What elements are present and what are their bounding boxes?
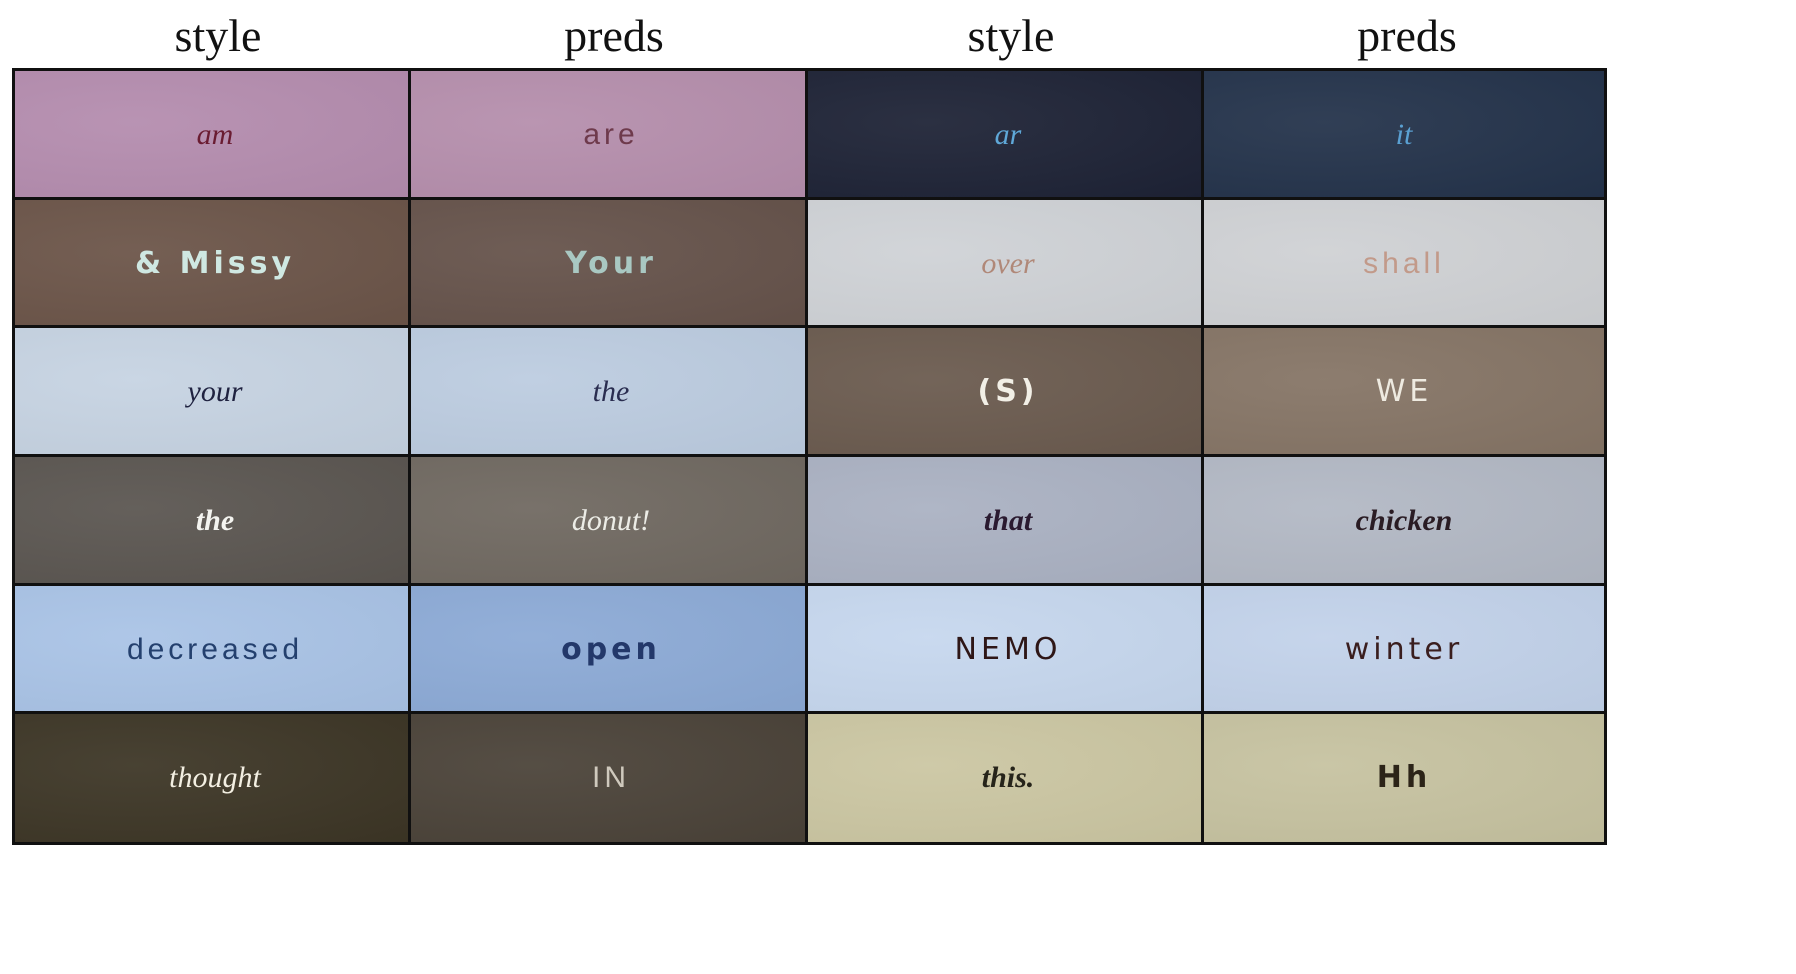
style-sample-r3-c3: (S) (805, 325, 1211, 459)
pred-sample-r2-c2: Your (408, 197, 814, 331)
pred-sample-r4-c2: donut! (408, 454, 814, 588)
pred-sample-r4-c4: chicken (1201, 454, 1607, 588)
handwritten-word: am (196, 118, 234, 151)
handwritten-word: chicken (1355, 504, 1453, 537)
handwritten-word: decreased (126, 633, 304, 666)
style-sample-r5-c1: decreased (12, 583, 418, 717)
handwritten-word: Hh (1376, 760, 1432, 795)
handwritten-word: (S) (977, 374, 1039, 409)
column-header-preds-left: preds (564, 10, 664, 61)
handwritten-word: WE (1375, 374, 1433, 409)
pred-sample-r2-c4: shall (1201, 197, 1607, 331)
handwritten-word: donut! (571, 504, 651, 537)
style-sample-r5-c3: NEMO (805, 583, 1211, 717)
column-header-preds-right: preds (1357, 10, 1457, 61)
style-sample-r4-c1: the (12, 454, 418, 588)
style-sample-r1-c1: am (12, 68, 418, 202)
pred-sample-r1-c4: it (1201, 68, 1607, 202)
style-sample-r6-c1: thought (12, 711, 418, 845)
handwritten-word: thought (169, 761, 261, 794)
handwritten-word: the (195, 504, 235, 537)
style-sample-r2-c1: & Missy (12, 197, 418, 331)
column-header-style-right: style (967, 10, 1055, 61)
handwritten-word: & Missy (134, 246, 295, 281)
handwritten-word: ar (994, 118, 1022, 151)
pred-sample-r1-c2: are (408, 68, 814, 202)
handwritten-word: this. (981, 761, 1035, 794)
style-sample-r3-c1: your (12, 325, 418, 459)
style-sample-r2-c3: over (805, 197, 1211, 331)
handwritten-word: NEMO (954, 632, 1062, 667)
handwritten-word: Your (565, 246, 657, 281)
handwritten-word: are (583, 118, 639, 151)
pred-sample-r5-c4: winter (1201, 583, 1607, 717)
style-sample-r6-c3: this. (805, 711, 1211, 845)
handwritten-word: open (561, 632, 661, 667)
handwritten-word: that (983, 504, 1033, 537)
style-sample-r4-c3: that (805, 454, 1211, 588)
pred-sample-r6-c4: Hh (1201, 711, 1607, 845)
pred-sample-r6-c2: IN (408, 711, 814, 845)
style-sample-r1-c3: ar (805, 68, 1211, 202)
handwritten-word: your (187, 375, 243, 408)
handwritten-word: IN (592, 761, 630, 794)
handwritten-word: shall (1363, 247, 1445, 280)
handwritten-word: over (981, 247, 1035, 280)
handwritten-word: the (592, 375, 630, 408)
handwritten-word: it (1395, 118, 1413, 151)
pred-sample-r3-c2: the (408, 325, 814, 459)
pred-sample-r3-c4: WE (1201, 325, 1607, 459)
column-header-style-left: style (174, 10, 262, 61)
pred-sample-r5-c2: open (408, 583, 814, 717)
handwritten-word: winter (1344, 632, 1464, 667)
